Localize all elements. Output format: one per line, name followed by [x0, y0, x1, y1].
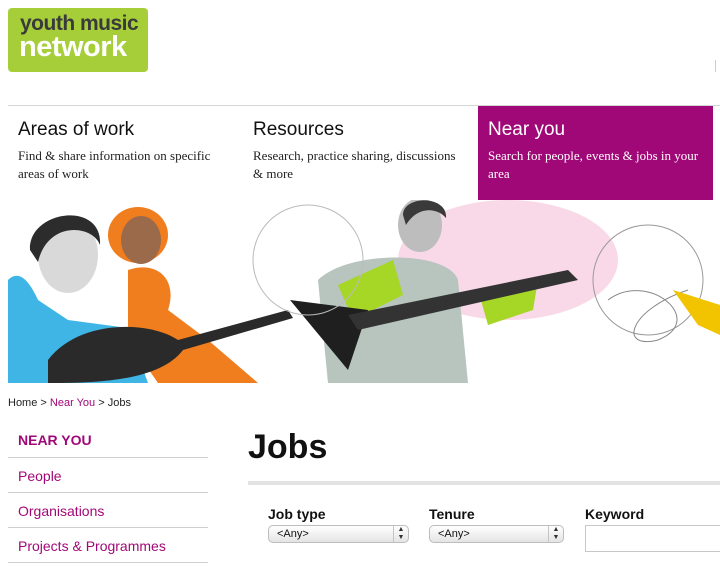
job-type-selected-value: <Any> [277, 528, 309, 540]
job-type-label: Job type [268, 506, 326, 522]
sidebar-item-projects-programmes[interactable]: Projects & Programmes [8, 528, 208, 563]
breadcrumb-current: Jobs [107, 397, 131, 409]
page-title: Jobs [248, 428, 328, 466]
nav-near-title: Near you [488, 119, 566, 140]
title-divider [248, 481, 720, 485]
breadcrumb-near-you[interactable]: Near You [50, 397, 95, 409]
nav-near-desc: Search for people, events & jobs in your… [488, 148, 699, 181]
banner-graphic [8, 200, 720, 383]
nav-near-you[interactable]: Near you Search for people, events & job… [478, 106, 713, 200]
select-stepper-icon: ▲ ▼ [393, 526, 408, 542]
site-logo[interactable]: youth music network [8, 8, 148, 72]
nav-resources-desc: Research, practice sharing, discussions … [253, 148, 456, 181]
job-type-select[interactable]: <Any> ▲ ▼ [268, 525, 409, 543]
sidebar-item-organisations[interactable]: Organisations [8, 493, 208, 528]
logo-text-network: network [19, 31, 127, 63]
nav-resources-title: Resources [253, 119, 344, 140]
tenure-selected-value: <Any> [438, 528, 470, 540]
boy-face [121, 216, 161, 264]
sidebar-nav: NEAR YOU People Organisations Projects &… [8, 423, 208, 563]
tenure-label: Tenure [429, 506, 475, 522]
nav-resources[interactable]: Resources Research, practice sharing, di… [243, 106, 475, 200]
sidebar-item-people[interactable]: People [8, 458, 208, 493]
nav-areas-of-work[interactable]: Areas of work Find & share information o… [8, 106, 236, 200]
breadcrumb-separator: > [98, 397, 105, 409]
edge-divider [715, 60, 720, 72]
keyword-input[interactable] [585, 525, 720, 552]
doodle-scribble [607, 289, 689, 342]
tenure-select[interactable]: <Any> ▲ ▼ [429, 525, 564, 543]
breadcrumb-separator: > [40, 397, 47, 409]
breadcrumb-home[interactable]: Home [8, 397, 37, 409]
guitar-right [673, 290, 720, 335]
nav-areas-title: Areas of work [18, 119, 135, 140]
nav-areas-desc: Find & share information on specific are… [18, 148, 211, 181]
breadcrumb: Home > Near You > Jobs [8, 397, 131, 409]
select-stepper-icon: ▲ ▼ [548, 526, 563, 542]
main-navigation: Areas of work Find & share information o… [0, 106, 720, 200]
hero-banner-illustration [8, 200, 720, 383]
keyword-label: Keyword [585, 506, 645, 522]
sidebar-heading[interactable]: NEAR YOU [8, 423, 208, 458]
